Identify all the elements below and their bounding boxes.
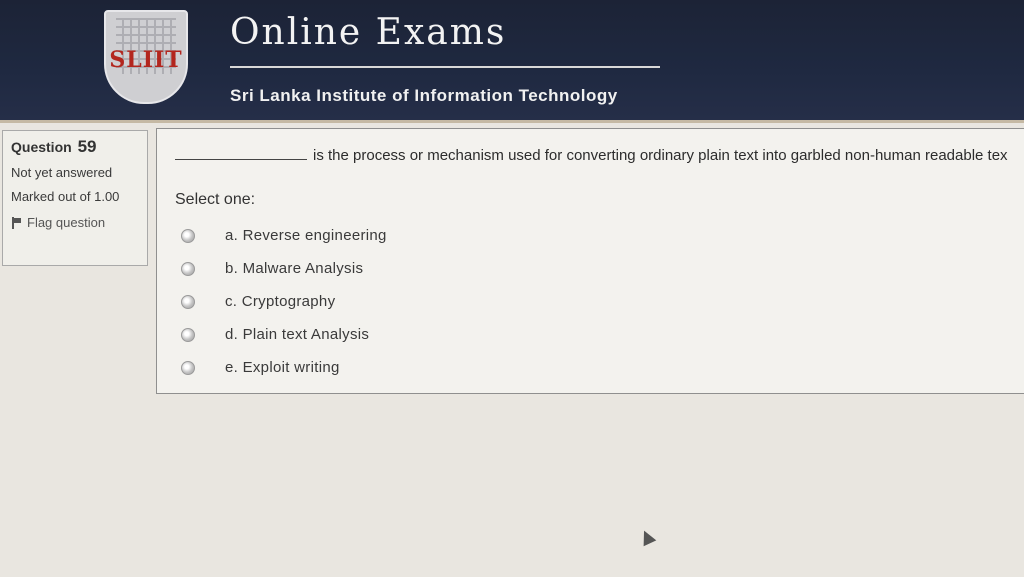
site-subtitle: Sri Lanka Institute of Information Techn… bbox=[230, 86, 618, 105]
question-number-value: 59 bbox=[77, 137, 97, 156]
answer-label[interactable]: d. Plain text Analysis bbox=[225, 326, 369, 343]
answer-option-c[interactable]: c. Cryptography bbox=[181, 285, 387, 318]
answer-label[interactable]: b. Malware Analysis bbox=[225, 260, 363, 277]
select-one-label: Select one: bbox=[175, 191, 256, 208]
answer-label[interactable]: e. Exploit writing bbox=[225, 359, 340, 376]
flag-question-button[interactable]: Flag question bbox=[11, 215, 139, 230]
answer-option-e[interactable]: e. Exploit writing bbox=[181, 351, 387, 384]
question-text-row: is the process or mechanism used for con… bbox=[175, 147, 1024, 164]
answer-option-d[interactable]: d. Plain text Analysis bbox=[181, 318, 387, 351]
question-number: Question 59 bbox=[11, 137, 139, 157]
radio-button[interactable] bbox=[181, 228, 195, 243]
question-grade: Marked out of 1.00 bbox=[11, 189, 120, 204]
site-title: Online Exams bbox=[230, 12, 507, 53]
logo-text: SLIIT bbox=[109, 47, 183, 73]
radio-button[interactable] bbox=[181, 261, 195, 276]
answer-option-b[interactable]: b. Malware Analysis bbox=[181, 252, 387, 285]
sliit-logo: SLIIT bbox=[104, 10, 188, 104]
title-divider bbox=[230, 66, 660, 68]
page-header: SLIIT Online Exams Sri Lanka Institute o… bbox=[0, 0, 1024, 123]
radio-button[interactable] bbox=[181, 327, 195, 342]
answer-options: a. Reverse engineering b. Malware Analys… bbox=[181, 219, 387, 384]
answer-option-a[interactable]: a. Reverse engineering bbox=[181, 219, 387, 252]
question-state: Not yet answered bbox=[11, 165, 113, 180]
question-content: is the process or mechanism used for con… bbox=[156, 128, 1024, 394]
question-label: Question bbox=[11, 139, 72, 155]
radio-button[interactable] bbox=[181, 360, 195, 375]
fill-blank bbox=[175, 147, 307, 160]
answer-label[interactable]: c. Cryptography bbox=[225, 293, 335, 310]
radio-button[interactable] bbox=[181, 294, 195, 309]
question-text: is the process or mechanism used for con… bbox=[313, 147, 1008, 164]
flag-icon bbox=[11, 216, 21, 229]
question-info-panel: Question 59 Not yet answered Marked out … bbox=[2, 130, 148, 266]
flag-question-label: Flag question bbox=[27, 215, 106, 230]
mouse-cursor-icon bbox=[637, 527, 657, 547]
answer-label[interactable]: a. Reverse engineering bbox=[225, 227, 387, 244]
